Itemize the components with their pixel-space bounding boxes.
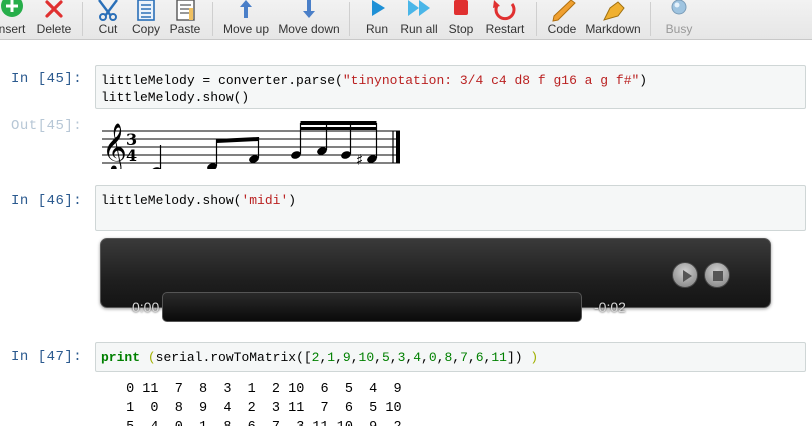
copy-button[interactable]: Copy xyxy=(126,0,166,40)
stop-playback-button[interactable] xyxy=(704,262,730,288)
busy-indicator: Busy xyxy=(660,0,698,40)
code-text: littleMelody = converter.parse( xyxy=(101,73,343,88)
code-number: 6 xyxy=(475,350,484,365)
code-text: ]) xyxy=(506,350,531,365)
time-signature-bottom: 4 xyxy=(126,146,137,165)
run-all-label: Run all xyxy=(400,22,438,36)
cell-45-in-prompt: In [45]: xyxy=(11,71,83,87)
toolbar-separator xyxy=(82,2,83,36)
play-icon xyxy=(683,270,692,282)
copy-icon xyxy=(137,0,155,21)
insert-label: nsert xyxy=(0,22,26,36)
arrow-up-icon xyxy=(240,0,252,18)
treble-clef-icon: 𝄞 xyxy=(102,122,127,169)
code-string: "tinynotation: 3/4 c4 d8 f g16 a g f#" xyxy=(342,73,640,88)
busy-label: Busy xyxy=(665,22,693,36)
toolbar-separator xyxy=(536,2,537,36)
code-number: 10 xyxy=(358,350,375,365)
code-number: 11 xyxy=(491,350,507,365)
code-text: serial.rowToMatrix([ xyxy=(155,350,312,365)
code-number: 8 xyxy=(444,350,453,365)
x-icon xyxy=(45,0,63,18)
code-string: 'midi' xyxy=(241,193,289,208)
midi-player: 0:00 -0:02 xyxy=(100,238,771,322)
restart-icon xyxy=(493,0,516,21)
copy-label: Copy xyxy=(131,22,160,36)
busy-indicator-icon xyxy=(671,0,687,15)
move-up-label: Move up xyxy=(222,22,270,36)
delete-cell-button[interactable]: Delete xyxy=(34,0,74,40)
stop-icon xyxy=(713,271,723,281)
elapsed-time: 0:00 xyxy=(132,299,160,315)
paste-icon xyxy=(176,0,195,21)
restart-label: Restart xyxy=(485,22,525,36)
move-down-label: Move down xyxy=(278,22,340,36)
toolbar-separator xyxy=(212,2,213,36)
stop-button[interactable]: Stop xyxy=(442,0,480,40)
cell-46-in-prompt: In [46]: xyxy=(11,193,83,209)
delete-label: Delete xyxy=(36,22,72,36)
code-number: 2 xyxy=(311,350,320,365)
move-down-button[interactable]: Move down xyxy=(276,0,342,40)
code-number: 0 xyxy=(428,350,437,365)
cut-label: Cut xyxy=(98,22,118,36)
markdown-cell-button[interactable]: Markdown xyxy=(584,0,642,40)
code-number: 5 xyxy=(381,350,390,365)
cell-45-out-prompt: Out[45]: xyxy=(11,118,83,134)
markdown-label: Markdown xyxy=(585,22,641,36)
insert-cell-button[interactable]: nsert xyxy=(0,0,32,40)
notebook-area: In [45]: littleMelody = converter.parse(… xyxy=(0,41,812,426)
code-keyword: print xyxy=(101,350,141,365)
paste-label: Paste xyxy=(169,22,201,36)
code-number: 9 xyxy=(342,350,351,365)
run-button[interactable]: Run xyxy=(358,0,396,40)
play-button[interactable] xyxy=(672,262,698,288)
cell-47-code-input[interactable]: print (serial.rowToMatrix([2,1,9,10,5,3,… xyxy=(95,342,806,372)
paste-button[interactable]: Paste xyxy=(164,0,206,40)
scissors-icon xyxy=(98,0,118,21)
code-paren: ( xyxy=(147,350,156,365)
notebook-toolbar: nsert Delete Cut Copy Paste Move up Move… xyxy=(0,0,812,40)
matrix-row: 5 4 0 1 8 6 7 3 11 10 9 2 xyxy=(118,418,401,426)
code-text: littleMelody.show() xyxy=(101,90,250,105)
sharp-accidental-icon: ♯ xyxy=(356,151,363,169)
matrix-row: 0 11 7 8 3 1 2 10 6 5 4 9 xyxy=(118,382,402,397)
code-label: Code xyxy=(547,22,577,36)
cell-47-in-prompt: In [47]: xyxy=(11,349,83,365)
code-text: ) xyxy=(288,193,297,208)
playback-progress-track[interactable] xyxy=(162,292,582,322)
code-text: ) xyxy=(639,73,648,88)
code-paren: ) xyxy=(530,350,539,365)
move-up-button[interactable]: Move up xyxy=(220,0,272,40)
stop-label: Stop xyxy=(448,22,474,36)
stop-icon xyxy=(454,0,468,15)
pencil-icon xyxy=(552,0,576,22)
matrix-output: 0 11 7 8 3 1 2 10 6 5 4 9 1 0 8 9 4 2 3 … xyxy=(118,380,402,426)
code-text: littleMelody.show( xyxy=(101,193,242,208)
arrow-down-icon xyxy=(303,0,315,18)
run-all-button[interactable]: Run all xyxy=(398,0,440,40)
toolbar-separator xyxy=(650,2,651,36)
pen-nib-icon xyxy=(603,1,625,21)
plus-circle-icon xyxy=(1,0,23,17)
code-number: 3 xyxy=(397,350,406,365)
music-score-output: 𝄞 3 4 ♯ xyxy=(102,121,400,169)
remaining-time: -0:02 xyxy=(594,299,626,315)
matrix-row: 1 0 8 9 4 2 3 11 7 6 5 10 xyxy=(118,401,402,416)
restart-button[interactable]: Restart xyxy=(482,0,528,40)
cell-45-code-input[interactable]: littleMelody = converter.parse("tinynota… xyxy=(95,65,806,109)
run-label: Run xyxy=(365,22,388,36)
toolbar-separator xyxy=(349,2,350,36)
code-number: 4 xyxy=(413,350,422,365)
code-number: 7 xyxy=(460,350,468,365)
cut-button[interactable]: Cut xyxy=(88,0,128,40)
play-icon xyxy=(372,0,385,16)
cell-46-code-input[interactable]: littleMelody.show('midi') xyxy=(95,185,806,231)
code-number: 1 xyxy=(327,350,336,365)
fast-forward-icon xyxy=(408,0,430,16)
code-cell-button[interactable]: Code xyxy=(542,0,582,40)
